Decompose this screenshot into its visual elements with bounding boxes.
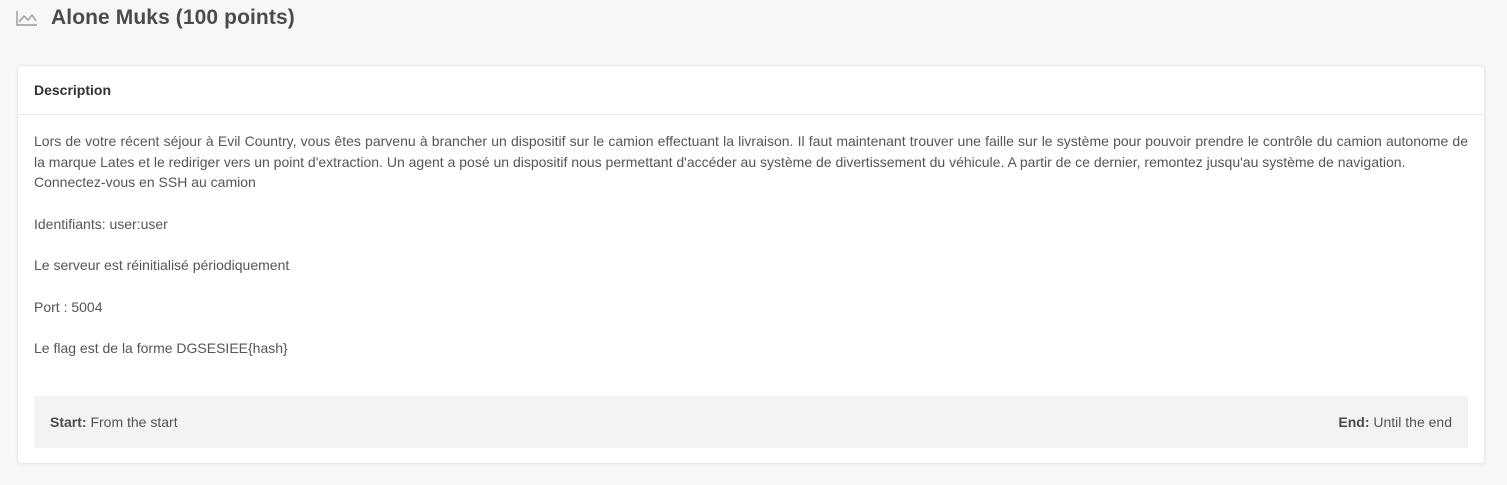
line-chart-icon	[16, 10, 38, 26]
ssh-instruction: Connectez-vous en SSH au camion	[34, 174, 256, 191]
reset-notice: Le serveur est réinitialisé périodiqueme…	[34, 257, 290, 274]
page-title: Alone Muks (100 points)	[51, 6, 295, 29]
description-card: Description Lors de votre récent séjour …	[17, 65, 1485, 464]
card-header-title: Description	[34, 82, 112, 98]
end-label: End:	[1338, 414, 1370, 430]
start-value: From the start	[90, 414, 178, 430]
card-body: Lors de votre récent séjour à Evil Count…	[18, 115, 1484, 359]
port-text: Port : 5004	[34, 298, 103, 315]
credentials-text: Identifiants: user:user	[34, 215, 168, 232]
page-header: Alone Muks (100 points)	[16, 4, 295, 32]
timeframe-bar: Start: From the start End: Until the end	[34, 396, 1468, 448]
flag-format-text: Le flag est de la forme DGSESIEE{hash}	[34, 339, 288, 356]
end-info: End: Until the end	[1338, 414, 1452, 430]
end-value: Until the end	[1373, 414, 1452, 430]
start-label: Start:	[50, 414, 87, 430]
description-paragraph: Lors de votre récent séjour à Evil Count…	[34, 133, 1468, 170]
start-info: Start: From the start	[50, 414, 178, 430]
card-header: Description	[18, 66, 1484, 115]
